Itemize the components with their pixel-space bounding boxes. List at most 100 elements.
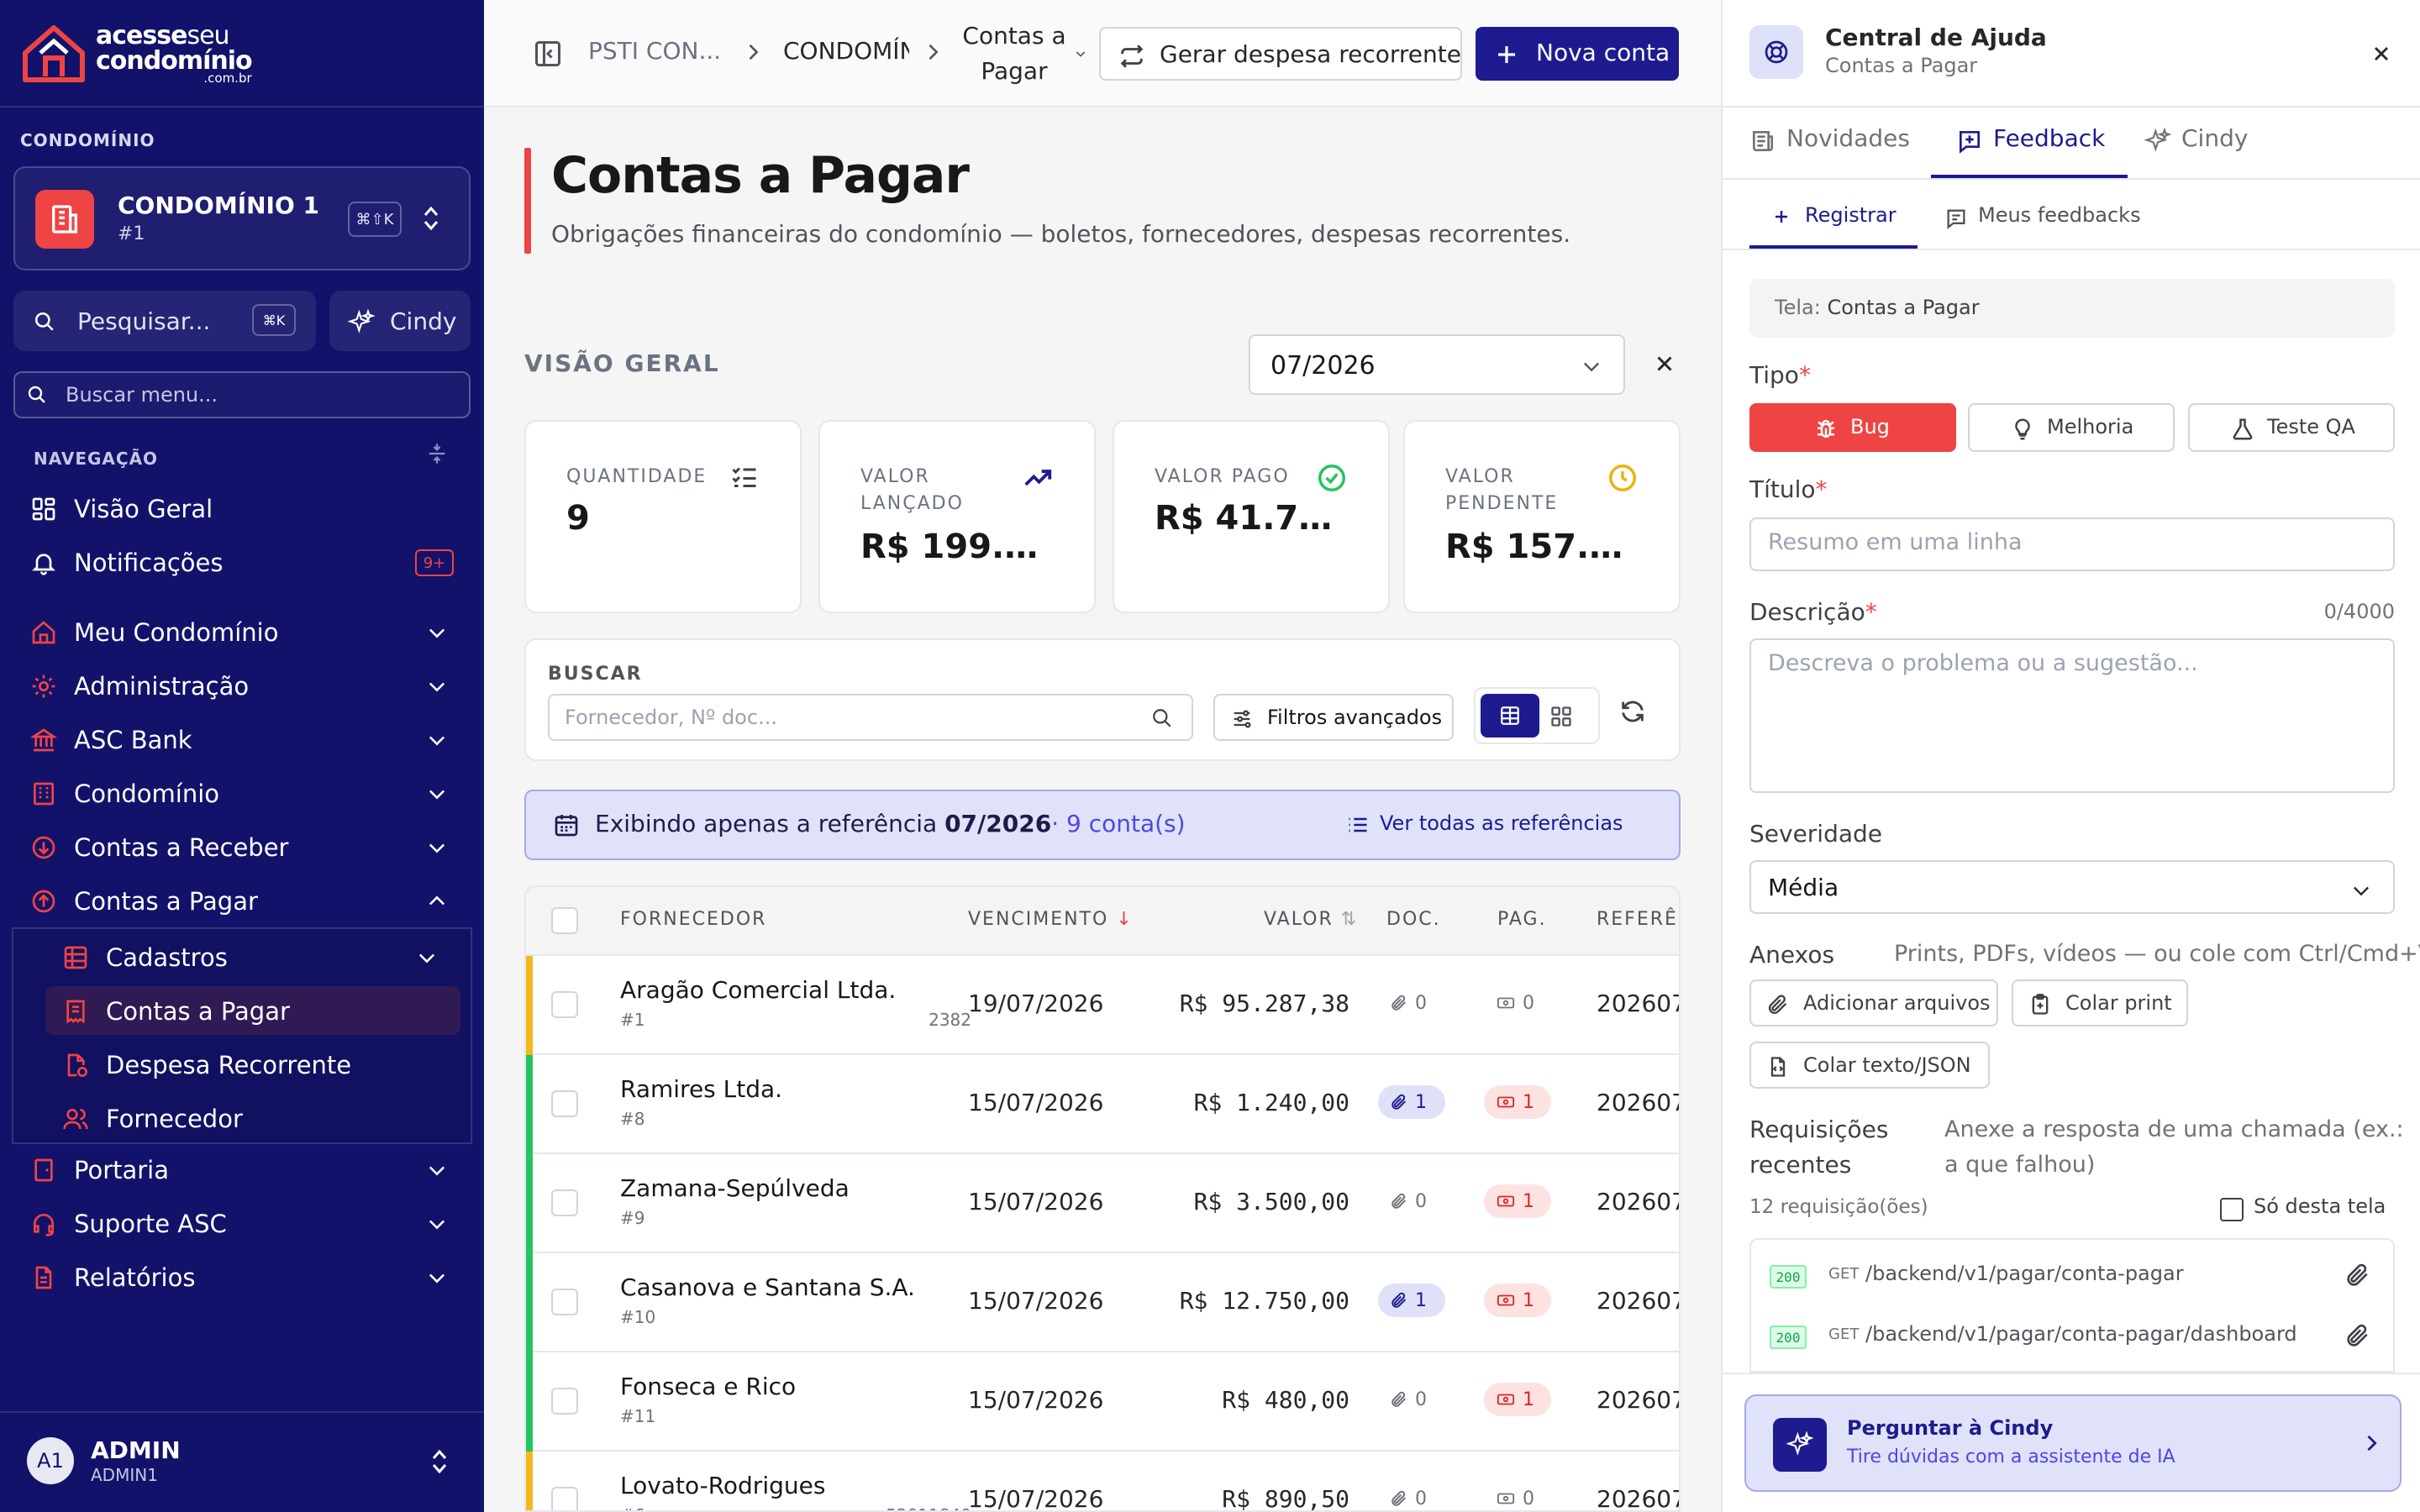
ask-cindy-button[interactable]: Perguntar à Cindy Tire dúvidas com a ass… [1744,1394,2402,1492]
tipo-teste-qa-button[interactable]: Teste QA [2188,403,2395,452]
doc-count-badge[interactable]: 1 [1378,1085,1445,1119]
sidebar-item-suporte-asc[interactable]: Suporte ASC [13,1199,471,1247]
doc-count-badge[interactable]: 0 [1378,1184,1445,1218]
supplier-name[interactable]: Ramires Ltda. [620,1075,782,1103]
supplier-name[interactable]: Fonseca e Rico [620,1373,796,1400]
reference-month-select[interactable]: 07/2026 [1249,334,1625,395]
sidebar-subitem-contas-pagar[interactable]: Contas a Pagar [45,986,460,1035]
global-search-button[interactable]: Pesquisar... ⌘K [13,291,316,351]
supplier-name[interactable]: Lovato-Rodrigues [620,1472,825,1499]
tipo-bug-button[interactable]: Bug [1749,403,1956,452]
menu-search-field[interactable] [13,371,471,418]
paperclip-icon[interactable] [2344,1322,2371,1349]
sidebar-item-meu-condominio[interactable]: Meu Condomínio [13,607,471,656]
busca-field[interactable] [548,694,1193,741]
doc-count-badge[interactable]: 1 [1378,1284,1445,1317]
table-view-button[interactable] [1481,694,1539,738]
payment-count-badge[interactable]: 1 [1484,1184,1551,1218]
breadcrumb-current[interactable]: Contas a Pagar [960,18,1069,89]
generate-recurring-button[interactable]: Gerar despesa recorrente [1099,27,1462,81]
paste-json-button[interactable]: Colar texto/JSON [1749,1042,1990,1089]
table-row[interactable]: Aragão Comercial Ltda. #1 2382 19/07/2026 R$… [526,956,1679,1055]
payment-count-badge[interactable]: 1 [1484,1284,1551,1317]
row-checkbox[interactable] [551,1189,578,1216]
sidebar-subitem-fornecedor[interactable]: Fornecedor [45,1094,460,1142]
ask-cindy-title: Perguntar à Cindy [1847,1416,2054,1440]
request-row[interactable]: 200 GET /backend/v1/pagar/conta-pagar [1751,1240,2393,1299]
sidebar-item-notificacoes[interactable]: Notificações 9+ [13,538,471,586]
cindy-button[interactable]: Cindy [329,291,471,351]
descricao-textarea[interactable] [1768,650,2373,776]
select-all-checkbox[interactable] [551,907,578,934]
logo[interactable]: acesseseu condomínio .com.br [20,24,253,85]
sidebar-item-portaria[interactable]: Portaria [13,1145,471,1194]
severidade-select[interactable]: Média [1749,860,2395,914]
sidebar-item-visao-geral[interactable]: Visão Geral [13,484,471,533]
payment-count-badge[interactable]: 1 [1484,1383,1551,1416]
refresh-icon[interactable] [1618,697,1647,726]
condo-switcher[interactable]: CONDOMÍNIO 1 #1 ⌘⇧K [13,166,471,270]
sidebar-item-contas-pagar[interactable]: Contas a Pagar [13,876,471,925]
busca-input[interactable] [565,704,1136,731]
advanced-filters-button[interactable]: Filtros avançados [1213,694,1454,741]
sidebar-item-relatorios[interactable]: Relatórios [13,1252,471,1301]
close-icon[interactable] [2370,42,2393,66]
titulo-field[interactable] [1749,517,2395,571]
paste-print-button[interactable]: Colar print [2012,979,2188,1026]
column-header-doc[interactable]: DOC. [1386,909,1441,930]
close-icon[interactable] [1652,351,1677,376]
payment-count-badge[interactable]: 1 [1484,1085,1551,1119]
chevrons-up-down-icon[interactable] [430,1446,449,1477]
tab-novidades[interactable]: Novidades [1749,119,1918,178]
checkbox[interactable] [2220,1198,2244,1221]
doc-count-badge[interactable]: 0 [1378,1383,1445,1416]
column-header-referencia[interactable]: REFERÊ [1597,909,1678,930]
sidebar-toggle-icon[interactable] [533,39,563,69]
column-header-fornecedor[interactable]: FORNECEDOR [620,909,766,930]
doc-count-badge[interactable]: 0 [1378,1482,1445,1510]
sidebar-item-contas-receber[interactable]: Contas a Receber [13,822,471,871]
table-row[interactable]: Zamana-Sepúlveda #9 15/07/2026 R$ 3.500,00 0… [526,1154,1679,1253]
payment-count-badge[interactable]: 0 [1484,986,1551,1020]
tab-cindy[interactable]: Cindy [2144,119,2279,178]
column-header-valor[interactable]: VALOR ⇅ [1264,909,1358,930]
breadcrumb-item[interactable]: CONDOMÍN [783,37,909,65]
row-checkbox[interactable] [551,1388,578,1415]
menu-search-input[interactable] [66,381,452,408]
row-checkbox[interactable] [551,1090,578,1117]
grid-icon[interactable] [1549,705,1573,728]
breadcrumb-item[interactable]: PSTI CON... [588,37,721,65]
paperclip-icon[interactable] [2344,1262,2371,1289]
request-row[interactable]: 200 GET /backend/v1/pagar/conta-pagar/da… [1751,1300,2393,1359]
titulo-input[interactable] [1768,529,2373,555]
row-checkbox[interactable] [551,991,578,1018]
sidebar-item-condominio[interactable]: Condomínio [13,769,471,817]
row-checkbox[interactable] [551,1289,578,1315]
sidebar-subitem-cadastros[interactable]: Cadastros [45,932,460,981]
table-row[interactable]: Lovato-Rodrigues #6 5201184015/07/2026 R$ 8… [526,1452,1679,1510]
row-checkbox[interactable] [551,1487,578,1510]
sidebar-item-asc-bank[interactable]: ASC Bank [13,715,471,764]
supplier-name[interactable]: Zamana-Sepúlveda [620,1174,850,1202]
column-header-vencimento[interactable]: VENCIMENTO ↓ [968,909,1134,930]
table-row[interactable]: Casanova e Santana S.A. #10 15/07/2026 R$ 1… [526,1253,1679,1352]
descricao-field[interactable] [1749,638,2395,793]
tipo-melhoria-button[interactable]: Melhoria [1968,403,2175,452]
table-row[interactable]: Fonseca e Rico #11 15/07/2026 R$ 480,00 0 1 20… [526,1352,1679,1452]
collapse-all-icon[interactable] [425,442,449,465]
doc-count-badge[interactable]: 0 [1378,986,1445,1020]
sidebar-item-administracao[interactable]: Administração [13,661,471,710]
supplier-name[interactable]: Casanova e Santana S.A. [620,1273,915,1301]
tab-feedback[interactable]: Feedback [1956,119,2124,178]
column-header-pag[interactable]: PAG. [1497,909,1547,930]
new-bill-button[interactable]: Nova conta [1476,27,1679,81]
check-circle-icon [1318,465,1345,491]
sidebar-subitem-despesa-recorrente[interactable]: Despesa Recorrente [45,1040,460,1089]
add-files-button[interactable]: Adicionar arquivos [1749,979,1998,1026]
cash-icon [1497,1096,1515,1108]
view-all-references-link[interactable]: Ver todas as referências [1349,811,1623,835]
table-row[interactable]: Ramires Ltda. #8 15/07/2026 R$ 1.240,00 1 1 20… [526,1055,1679,1154]
avatar[interactable]: A1 [27,1437,74,1484]
supplier-name[interactable]: Aragão Comercial Ltda. [620,976,896,1004]
payment-count-badge[interactable]: 0 [1484,1482,1551,1510]
